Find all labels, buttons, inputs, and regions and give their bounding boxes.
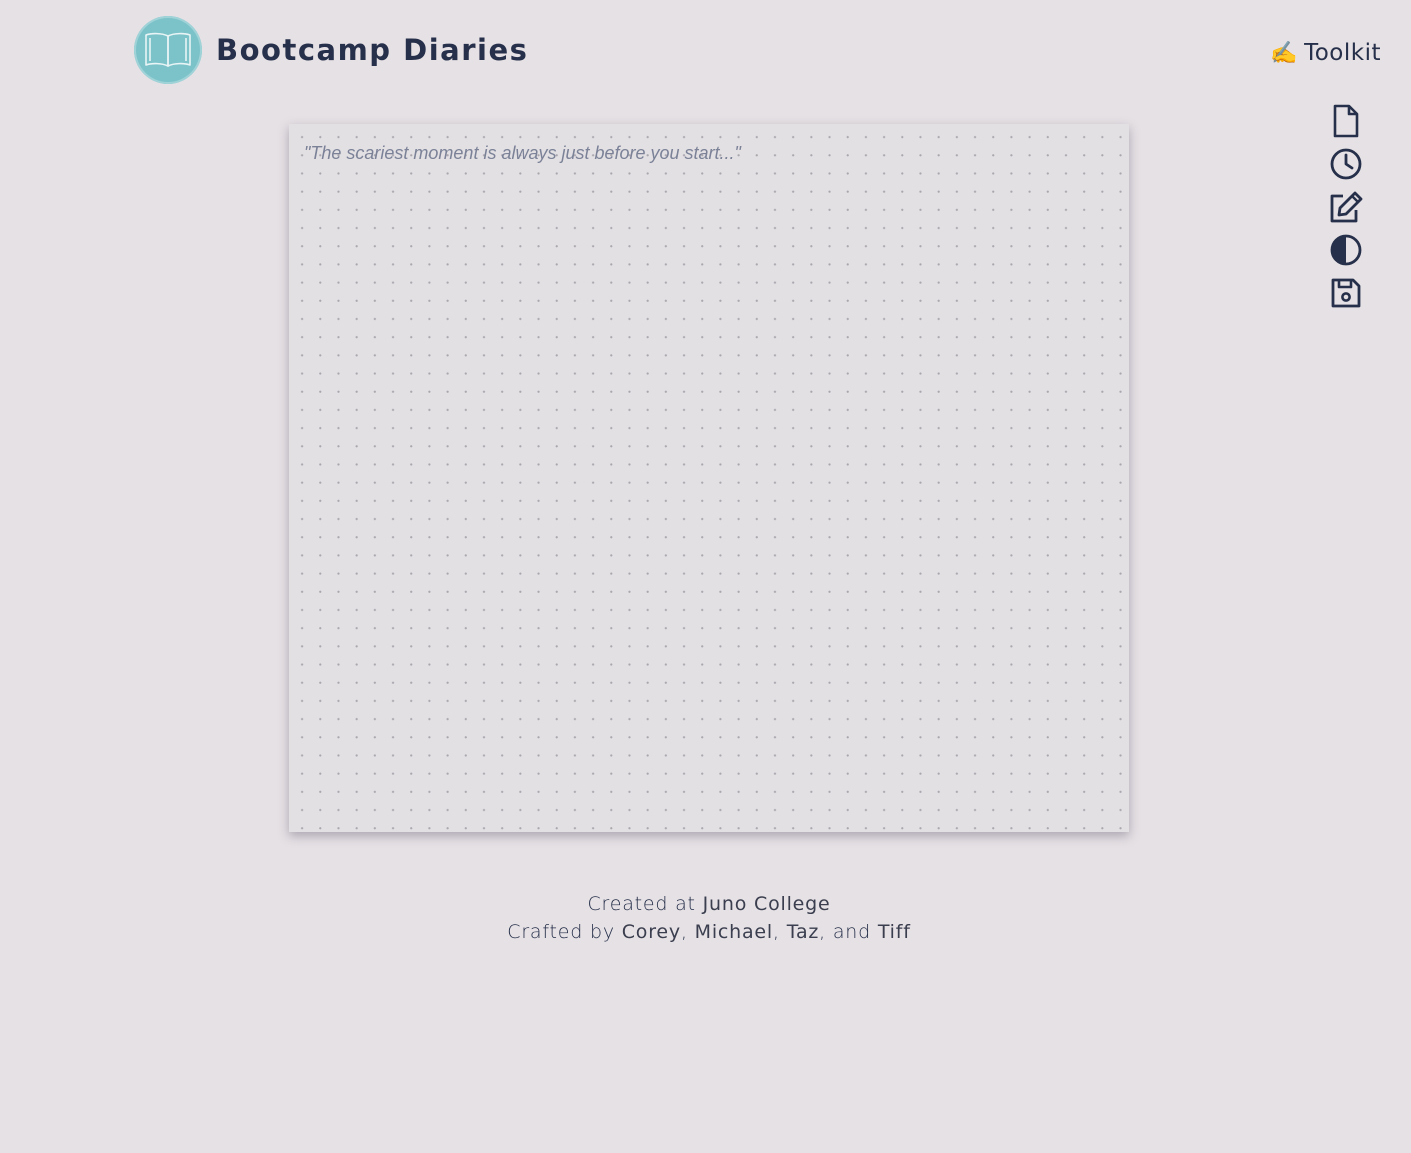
clock-icon bbox=[1330, 148, 1362, 180]
brand[interactable]: Bootcamp Diaries bbox=[134, 16, 528, 84]
page: Bootcamp Diaries ✍️ Toolkit "The scaries… bbox=[0, 0, 1411, 1153]
toolkit-menu bbox=[1326, 102, 1366, 317]
footer-separator: , bbox=[773, 921, 787, 943]
open-book-icon bbox=[145, 32, 191, 67]
save-button[interactable] bbox=[1326, 274, 1366, 312]
edit-button[interactable] bbox=[1326, 188, 1366, 226]
footer-crafted-prefix: Crafted by bbox=[507, 921, 622, 943]
writing-hand-icon: ✍️ bbox=[1270, 40, 1299, 66]
journal-page bbox=[289, 124, 1129, 832]
footer-separator: , and bbox=[819, 921, 878, 943]
author-link-corey[interactable]: Corey bbox=[622, 921, 681, 943]
footer-created-line: Created at Juno College bbox=[0, 890, 1411, 918]
author-link-taz[interactable]: Taz bbox=[787, 921, 819, 943]
footer-separator: , bbox=[680, 921, 695, 943]
save-icon bbox=[1331, 278, 1361, 308]
footer-credits-line: Crafted by Corey, Michael, Taz, and Tiff bbox=[0, 918, 1411, 946]
site-title: Bootcamp Diaries bbox=[216, 33, 529, 67]
contrast-icon bbox=[1330, 234, 1362, 266]
history-button[interactable] bbox=[1326, 145, 1366, 183]
footer-created-prefix: Created at bbox=[587, 893, 703, 915]
file-icon bbox=[1333, 104, 1359, 138]
toolkit-heading: ✍️ Toolkit bbox=[1270, 40, 1381, 66]
author-link-michael[interactable]: Michael bbox=[695, 921, 773, 943]
site-footer: Created at Juno College Crafted by Corey… bbox=[0, 890, 1411, 946]
logo[interactable] bbox=[134, 16, 202, 84]
new-entry-button[interactable] bbox=[1326, 102, 1366, 140]
juno-college-link[interactable]: Juno College bbox=[703, 893, 831, 915]
author-link-tiff[interactable]: Tiff bbox=[878, 921, 911, 943]
journal-entry-textarea[interactable] bbox=[289, 124, 1129, 832]
theme-toggle-button[interactable] bbox=[1326, 231, 1366, 269]
toolkit-label: Toolkit bbox=[1304, 40, 1381, 66]
edit-icon bbox=[1330, 191, 1363, 223]
